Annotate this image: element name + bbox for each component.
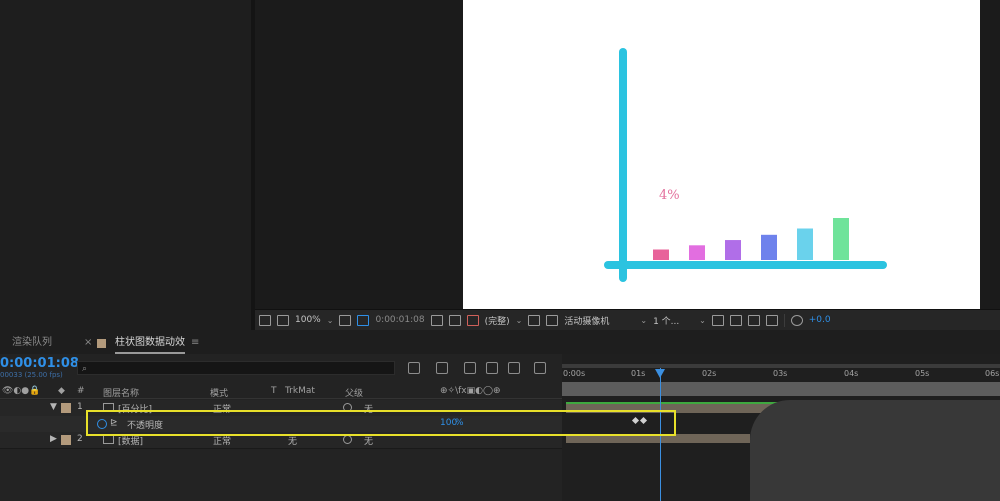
region-icon[interactable] [528,314,541,326]
playhead-handle[interactable] [655,369,665,378]
percent-label: 4% [659,188,680,203]
column-mode[interactable]: 模式 [210,386,228,399]
tab-render-queue[interactable]: 渲染队列 [12,334,52,352]
chart-bar [761,234,777,260]
resolution-select[interactable]: (完整) [485,314,510,327]
frame-blending-icon[interactable] [486,362,498,374]
chart-bar [689,245,705,260]
draft-3d-icon[interactable] [436,362,448,374]
av-switches-icon[interactable]: 👁◐●🔒 [2,386,40,396]
ruler-label: 01s [631,369,646,378]
chart-bar [833,218,849,260]
frame-rate: 00033 (25.00 fps) [0,371,63,379]
expand-triangle-icon[interactable]: ▶ [50,434,57,444]
work-area-bar[interactable] [562,364,1000,368]
graph-icon[interactable] [747,314,760,326]
layer-search-input[interactable]: ⌕ [77,361,395,375]
comp-flow-icon[interactable] [408,362,420,374]
column-trkmat[interactable]: TrkMat [285,386,315,396]
chevron-down-icon[interactable]: ⌄ [327,316,334,325]
chevron-down-icon[interactable]: ⌄ [699,316,706,325]
transparency-grid-icon[interactable] [546,314,559,326]
ruler-label: 05s [915,369,930,378]
ruler-label: 02s [702,369,717,378]
time-navigator[interactable] [562,382,1000,396]
viewer-timecode[interactable]: 0:00:01:08 [375,315,424,325]
close-icon[interactable]: × [84,334,92,352]
viewer-toolbar: 100% ⌄ 0:00:01:08 (完整) ⌄ 活动摄像机 ⌄ 1 个... … [255,309,1000,330]
ruler-label: 03s [773,369,788,378]
layer-switches-icon[interactable]: ⊕✧\fx▣◐◯⊕ [440,386,501,396]
pickwhip-icon[interactable] [343,435,352,444]
3d-icon[interactable] [765,314,778,326]
color-wheel-icon[interactable] [466,314,479,326]
current-time[interactable]: 0:00:01:08 [0,356,79,371]
label-icon[interactable]: ◆ [58,386,65,396]
layer-number: 1 [77,402,83,412]
ruler-label: 04s [844,369,859,378]
snapshot-toggle-icon[interactable] [259,314,271,326]
divider [783,313,785,327]
column-parent[interactable]: 父级 [345,386,363,399]
layer-number: 2 [77,434,83,444]
chart-bar [653,249,669,260]
chevron-down-icon[interactable]: ⌄ [516,316,523,325]
ruler-label: 0:00s [563,369,586,378]
channel-icon[interactable] [448,314,461,326]
column-t: T [271,386,277,396]
layout-icon[interactable] [711,314,724,326]
redaction-overlay [750,400,1000,501]
bar-chart: 4% [604,48,887,282]
layer-label-color[interactable] [61,435,71,445]
ruler-label: 06s [985,369,1000,378]
panel-menu-icon[interactable]: ≡ [191,334,199,352]
monitor-icon[interactable] [277,314,289,326]
layer-label-color[interactable] [61,403,71,413]
project-panel [0,0,251,330]
tab-composition[interactable]: 柱状图数据动效 [115,334,185,354]
share-view-icon[interactable] [729,314,742,326]
column-layer-name[interactable]: 图层名称 [103,386,139,399]
highlight-box [86,410,676,436]
chevron-down-icon[interactable]: ⌄ [640,316,647,325]
precomp-icon [103,435,114,444]
exposure-value[interactable]: +0.0 [809,315,831,325]
zoom-select[interactable]: 100% [295,315,321,325]
mask-toggle-icon[interactable] [357,314,370,326]
views-select[interactable]: 1 个... [653,314,693,327]
chart-bar [797,228,813,260]
expand-triangle-icon[interactable]: ▼ [50,402,57,412]
composition-canvas[interactable]: 4% [463,0,980,309]
graph-editor-icon[interactable] [534,362,546,374]
exposure-reset-icon[interactable] [790,314,803,326]
grid-icon[interactable] [339,314,352,326]
column-number: # [77,386,85,396]
chart-bar [725,240,741,260]
shy-layers-icon[interactable] [464,362,476,374]
motion-blur-icon[interactable] [508,362,520,374]
composition-icon [97,339,106,348]
camera-select[interactable]: 活动摄像机 [564,314,634,327]
camera-icon[interactable] [430,314,443,326]
